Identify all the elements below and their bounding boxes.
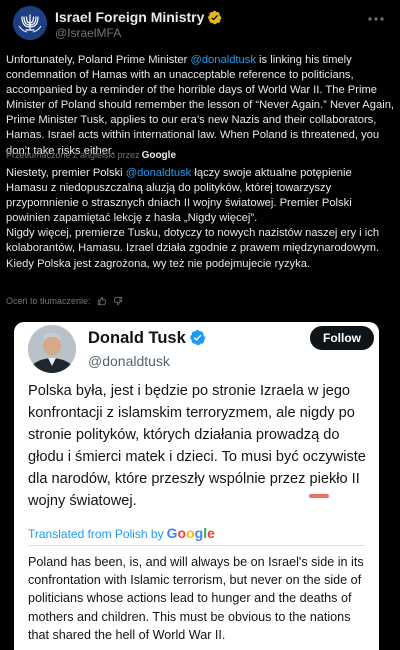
translated-by-note: Przetłumaczone z angielski przez Google <box>6 150 176 161</box>
mention-link[interactable]: @donaldtusk <box>126 167 191 179</box>
underline-mark <box>309 494 329 498</box>
tweet-text-en-part: Unfortunately, Poland Prime Minister <box>6 54 191 66</box>
israel-mfa-avatar[interactable] <box>13 6 47 40</box>
tweet-author-name[interactable]: Israel Foreign Ministry <box>55 9 222 25</box>
thumbs-up-icon[interactable] <box>97 296 107 306</box>
quote-author-handle[interactable]: @donaldtusk <box>88 353 170 369</box>
quote-author-name[interactable]: Donald Tusk <box>88 329 206 348</box>
google-logo: Google <box>167 525 215 541</box>
google-letter: o <box>186 525 195 541</box>
google-letter: e <box>207 525 215 541</box>
tweet-text-pl-part: Niestety, premier Polski <box>6 167 126 179</box>
tweet-author-handle[interactable]: @IsraelMFA <box>55 26 121 40</box>
google-letter: o <box>177 525 187 541</box>
more-options-icon[interactable] <box>366 12 386 26</box>
translated-from-note[interactable]: Translated from Polish by Google <box>28 525 215 541</box>
google-letter: g <box>194 525 204 541</box>
verified-badge-icon <box>207 10 222 25</box>
tweet-text-en-part: is linking his timely condemnation of Ha… <box>6 54 395 157</box>
quote-text-english: Poland has been, is, and will always be … <box>28 555 364 642</box>
portrait-icon <box>28 325 76 373</box>
tweet-text-pl-part: Nigdy więcej, premierze Tusku, dotyczy t… <box>6 227 380 270</box>
translated-from-text: Translated from Polish by <box>28 527 164 541</box>
google-logo: Google <box>141 150 177 161</box>
quote-text-polish: Polska była, jest i będzie po stronie Iz… <box>28 383 366 509</box>
quote-author-name-text: Donald Tusk <box>88 329 186 347</box>
divider <box>28 545 365 546</box>
author-name-text: Israel Foreign Ministry <box>55 9 205 25</box>
rate-translation: Oceń to tłumaczenie: <box>6 296 123 306</box>
tweet: Israel Foreign Ministry @IsraelMFA Unfor… <box>0 0 400 650</box>
follow-button[interactable]: Follow <box>310 326 374 350</box>
google-letter: G <box>166 525 178 541</box>
menorah-emblem-icon <box>13 6 47 40</box>
tweet-text-polish: Niestety, premier Polski @donaldtusk łąc… <box>6 166 396 272</box>
tweet-text-english: Unfortunately, Poland Prime Minister @do… <box>6 53 396 159</box>
verified-badge-icon <box>189 329 206 346</box>
thumbs-down-icon[interactable] <box>113 296 123 306</box>
donald-tusk-avatar[interactable] <box>28 325 76 373</box>
rate-translation-label: Oceń to tłumaczenie: <box>6 296 91 306</box>
quoted-tweet-card[interactable]: Donald Tusk @donaldtusk Follow Polska by… <box>14 322 379 650</box>
mention-link[interactable]: @donaldtusk <box>190 54 255 66</box>
translated-by-text: Przetłumaczone z angielski przez <box>6 150 140 160</box>
